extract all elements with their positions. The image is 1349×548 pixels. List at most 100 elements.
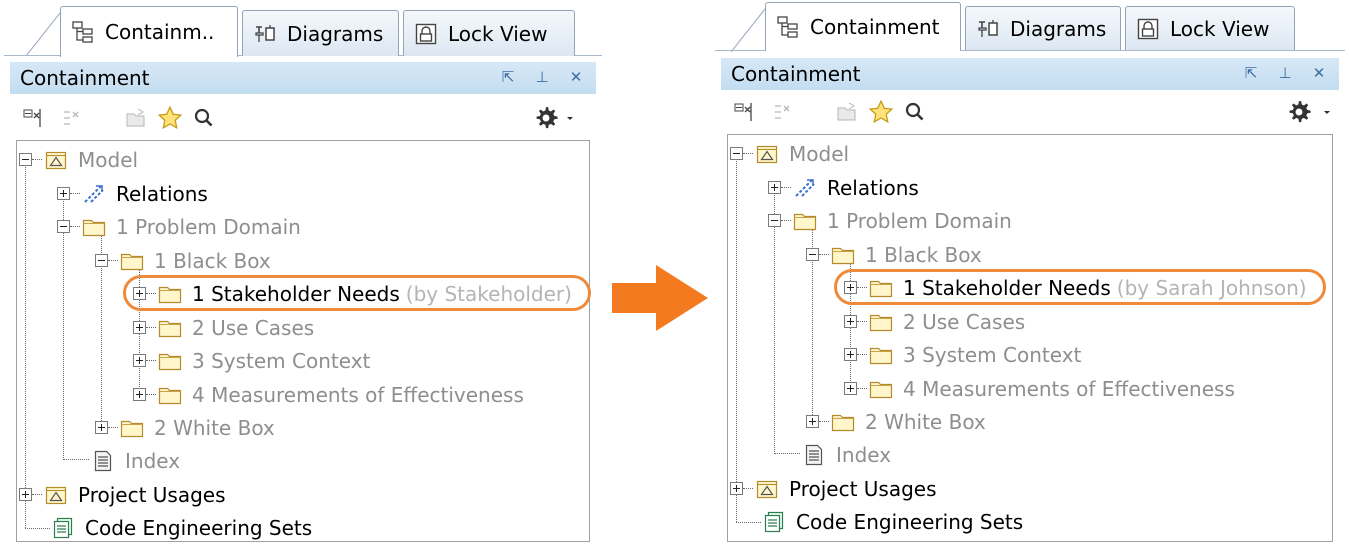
close-icon[interactable]: ✕	[568, 66, 584, 88]
node-label: Project Usages	[78, 482, 226, 507]
tab-containment[interactable]: Containment	[765, 2, 961, 51]
tree-node-relations[interactable]: Relations	[57, 177, 208, 210]
document-icon	[802, 444, 826, 466]
expand-toggle[interactable]	[57, 187, 70, 200]
tree-node-relations[interactable]: Relations	[768, 171, 919, 204]
expand-toggle[interactable]	[133, 388, 146, 401]
collapse-all-icon[interactable]	[20, 104, 48, 132]
collapse-toggle[interactable]	[768, 214, 781, 227]
tab-strip: Containm.. Diagrams Lock View	[4, 0, 602, 57]
expand-toggle[interactable]	[844, 315, 857, 328]
expand-toggle[interactable]	[133, 321, 146, 334]
gear-icon[interactable]	[1285, 98, 1313, 126]
tab-diagrams[interactable]: Diagrams	[965, 6, 1121, 50]
collapse-toggle[interactable]	[806, 248, 819, 261]
tab-diagrams-label: Diagrams	[1010, 16, 1107, 41]
collapse-all-icon[interactable]	[731, 98, 759, 126]
collapse-toggle[interactable]	[57, 220, 70, 233]
chevron-down-icon[interactable]	[1319, 98, 1335, 126]
node-label: 2 Use Cases	[903, 309, 1026, 334]
node-label: Index	[836, 442, 892, 467]
tree-node-use-cases[interactable]: 2 Use Cases	[844, 305, 1025, 338]
folder-icon	[831, 411, 855, 433]
collapse-toggle[interactable]	[19, 153, 32, 166]
tab-lock-view-label: Lock View	[448, 21, 548, 46]
tree-node-model[interactable]: Model	[730, 137, 849, 170]
document-icon	[91, 450, 115, 472]
expand-toggle[interactable]	[133, 354, 146, 367]
expand-toggle[interactable]	[844, 281, 857, 294]
restore-icon[interactable]: ⇱	[1243, 62, 1259, 84]
close-icon[interactable]: ✕	[1311, 62, 1327, 84]
transition-arrow	[612, 265, 708, 331]
panel-title: Containment	[731, 62, 861, 86]
tree-node-system-context[interactable]: 3 System Context	[844, 338, 1081, 371]
tree-node-project-usages[interactable]: Project Usages	[730, 472, 937, 505]
node-label: 1 Problem Domain	[116, 214, 301, 239]
expand-toggle[interactable]	[133, 287, 146, 300]
favorite-star-icon[interactable]	[867, 98, 895, 126]
expand-toggle[interactable]	[768, 181, 781, 194]
tree-node-index[interactable]: Index	[91, 444, 180, 477]
tree-node-black-box[interactable]: 1 Black Box	[95, 244, 271, 277]
tab-containment[interactable]: Containm..	[60, 6, 238, 57]
tree-node-white-box[interactable]: 2 White Box	[806, 405, 986, 438]
node-label: Relations	[827, 175, 919, 200]
expand-toggle[interactable]	[844, 348, 857, 361]
tree-node-problem-domain[interactable]: 1 Problem Domain	[57, 210, 301, 243]
expand-toggle[interactable]	[19, 488, 32, 501]
pin-icon[interactable]: ⊥	[1277, 62, 1293, 84]
node-label: Relations	[116, 181, 208, 206]
chevron-down-icon[interactable]	[562, 104, 578, 132]
toolbar	[10, 96, 596, 140]
diagrams-icon	[253, 22, 277, 46]
tree-node-black-box[interactable]: 1 Black Box	[806, 238, 982, 271]
tab-diagrams[interactable]: Diagrams	[242, 10, 399, 56]
expand-toggle[interactable]	[95, 421, 108, 434]
tab-lock-view[interactable]: Lock View	[403, 10, 575, 56]
folder-icon	[120, 417, 144, 439]
tree-node-white-box[interactable]: 2 White Box	[95, 411, 275, 444]
folder-icon	[869, 311, 893, 333]
tree-node-moe[interactable]: 4 Measurements of Effectiveness	[133, 378, 524, 411]
tree-node-model[interactable]: Model	[19, 143, 138, 176]
diagrams-icon	[976, 17, 1000, 41]
folder-icon	[120, 250, 144, 272]
search-icon[interactable]	[190, 104, 218, 132]
toolbar	[721, 90, 1339, 134]
tab-lock-view[interactable]: Lock View	[1125, 6, 1295, 50]
tab-containment-label: Containm..	[105, 20, 215, 44]
search-icon[interactable]	[901, 98, 929, 126]
tree-node-moe[interactable]: 4 Measurements of Effectiveness	[844, 372, 1235, 405]
tree-node-project-usages[interactable]: Project Usages	[19, 478, 226, 511]
open-folder-icon[interactable]	[122, 104, 150, 132]
tree-node-stakeholder-needs[interactable]: 1 Stakeholder Needs (by Stakeholder)	[133, 277, 572, 310]
collapse-toggle[interactable]	[730, 147, 743, 160]
node-label: 3 System Context	[903, 342, 1082, 367]
tree-node-use-cases[interactable]: 2 Use Cases	[133, 311, 314, 344]
open-folder-icon[interactable]	[833, 98, 861, 126]
containment-tree: Model Relations 1 Problem Domain 1 Black…	[727, 134, 1333, 542]
tree-node-problem-domain[interactable]: 1 Problem Domain	[768, 204, 1012, 237]
collapse-toggle[interactable]	[95, 254, 108, 267]
tree-node-code-engineering-sets[interactable]: Code Engineering Sets	[51, 511, 312, 544]
expand-toggle[interactable]	[844, 382, 857, 395]
tree-node-index[interactable]: Index	[802, 438, 891, 471]
favorite-star-icon[interactable]	[156, 104, 184, 132]
tree-node-code-engineering-sets[interactable]: Code Engineering Sets	[762, 505, 1023, 538]
node-label: Model	[78, 147, 139, 172]
tree-node-stakeholder-needs[interactable]: 1 Stakeholder Needs (by Sarah Johnson)	[844, 271, 1307, 304]
expand-all-icon[interactable]	[769, 98, 797, 126]
pin-icon[interactable]: ⊥	[534, 66, 550, 88]
restore-icon[interactable]: ⇱	[500, 66, 516, 88]
node-label: 1 Black Box	[154, 248, 271, 273]
relations-icon	[82, 183, 106, 205]
node-label: 3 System Context	[192, 348, 371, 373]
gear-icon[interactable]	[532, 104, 560, 132]
owner-suffix: (by Stakeholder)	[405, 281, 572, 306]
owner-suffix: (by Sarah Johnson)	[1116, 275, 1307, 300]
expand-all-icon[interactable]	[58, 104, 86, 132]
expand-toggle[interactable]	[730, 482, 743, 495]
expand-toggle[interactable]	[806, 415, 819, 428]
tree-node-system-context[interactable]: 3 System Context	[133, 344, 370, 377]
